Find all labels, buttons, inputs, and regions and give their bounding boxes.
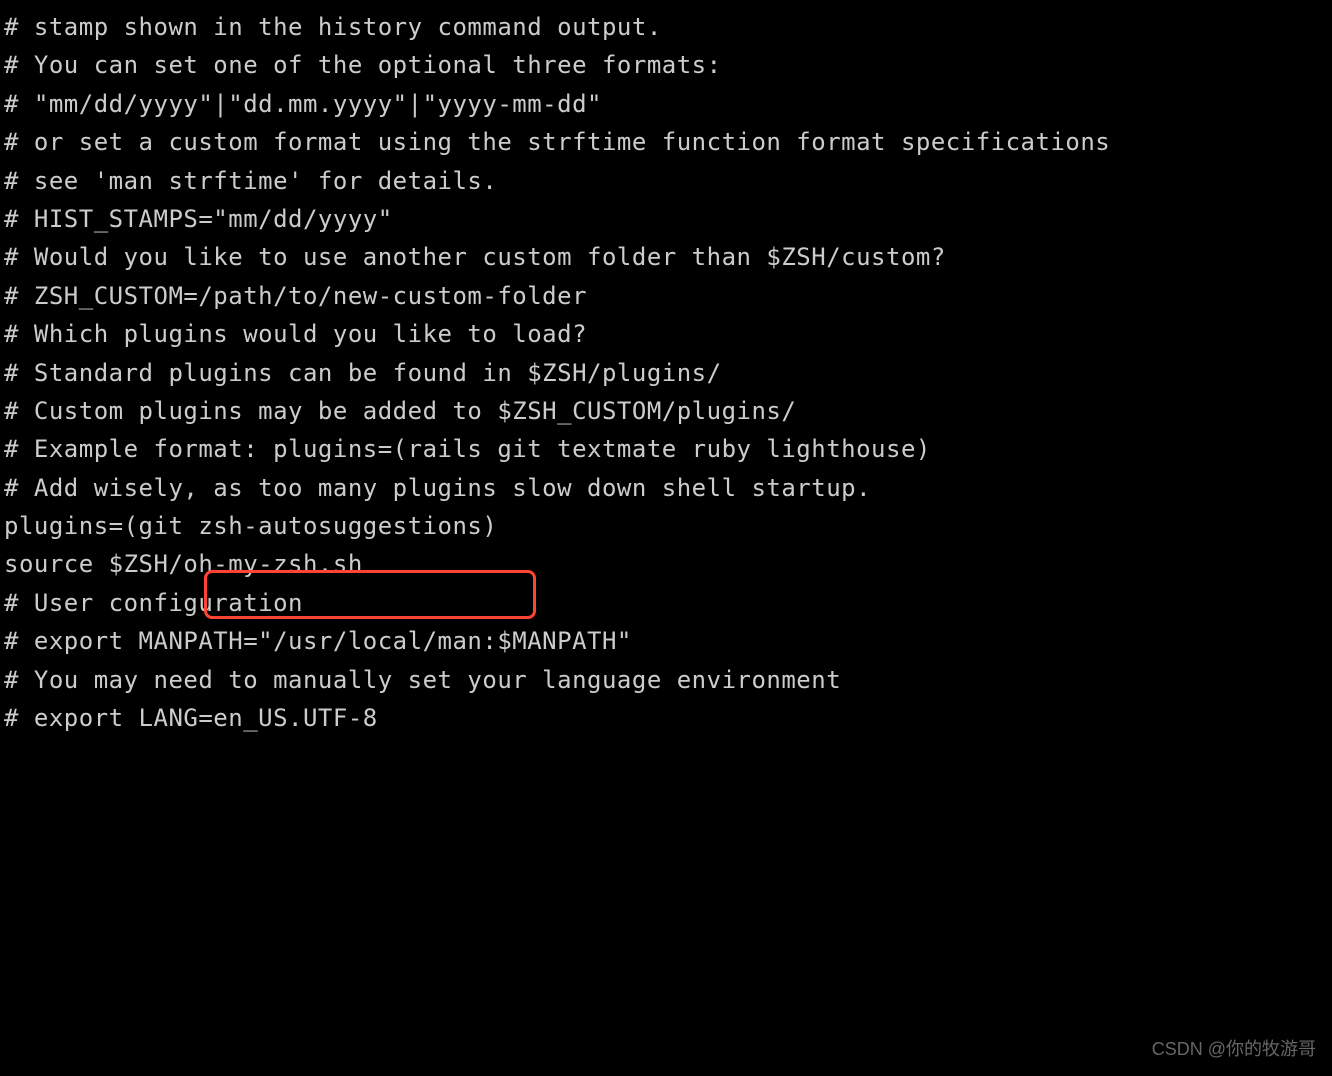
terminal-content[interactable]: # stamp shown in the history command out…: [4, 8, 1328, 737]
config-line: # ZSH_CUSTOM=/path/to/new-custom-folder: [4, 277, 1328, 315]
config-line: # Would you like to use another custom f…: [4, 238, 1328, 276]
config-line: # see 'man strftime' for details.: [4, 162, 1328, 200]
csdn-watermark: CSDN @你的牧游哥: [1152, 1035, 1316, 1064]
config-line: # export MANPATH="/usr/local/man:$MANPAT…: [4, 622, 1328, 660]
config-line: # You may need to manually set your lang…: [4, 661, 1328, 699]
config-line: # or set a custom format using the strft…: [4, 123, 1328, 161]
config-line: # You can set one of the optional three …: [4, 46, 1328, 84]
config-line: # Which plugins would you like to load?: [4, 315, 1328, 353]
config-line: # HIST_STAMPS="mm/dd/yyyy": [4, 200, 1328, 238]
config-line: # stamp shown in the history command out…: [4, 8, 1328, 46]
config-line: # Custom plugins may be added to $ZSH_CU…: [4, 392, 1328, 430]
config-line: source $ZSH/oh-my-zsh.sh: [4, 545, 1328, 583]
config-line: # Add wisely, as too many plugins slow d…: [4, 469, 1328, 507]
config-line: # Example format: plugins=(rails git tex…: [4, 430, 1328, 468]
config-line: # "mm/dd/yyyy"|"dd.mm.yyyy"|"yyyy-mm-dd": [4, 85, 1328, 123]
config-line: # User configuration: [4, 584, 1328, 622]
config-line: # Standard plugins can be found in $ZSH/…: [4, 354, 1328, 392]
config-line-plugins: plugins=(git zsh-autosuggestions): [4, 507, 1328, 545]
config-line: # export LANG=en_US.UTF-8: [4, 699, 1328, 737]
